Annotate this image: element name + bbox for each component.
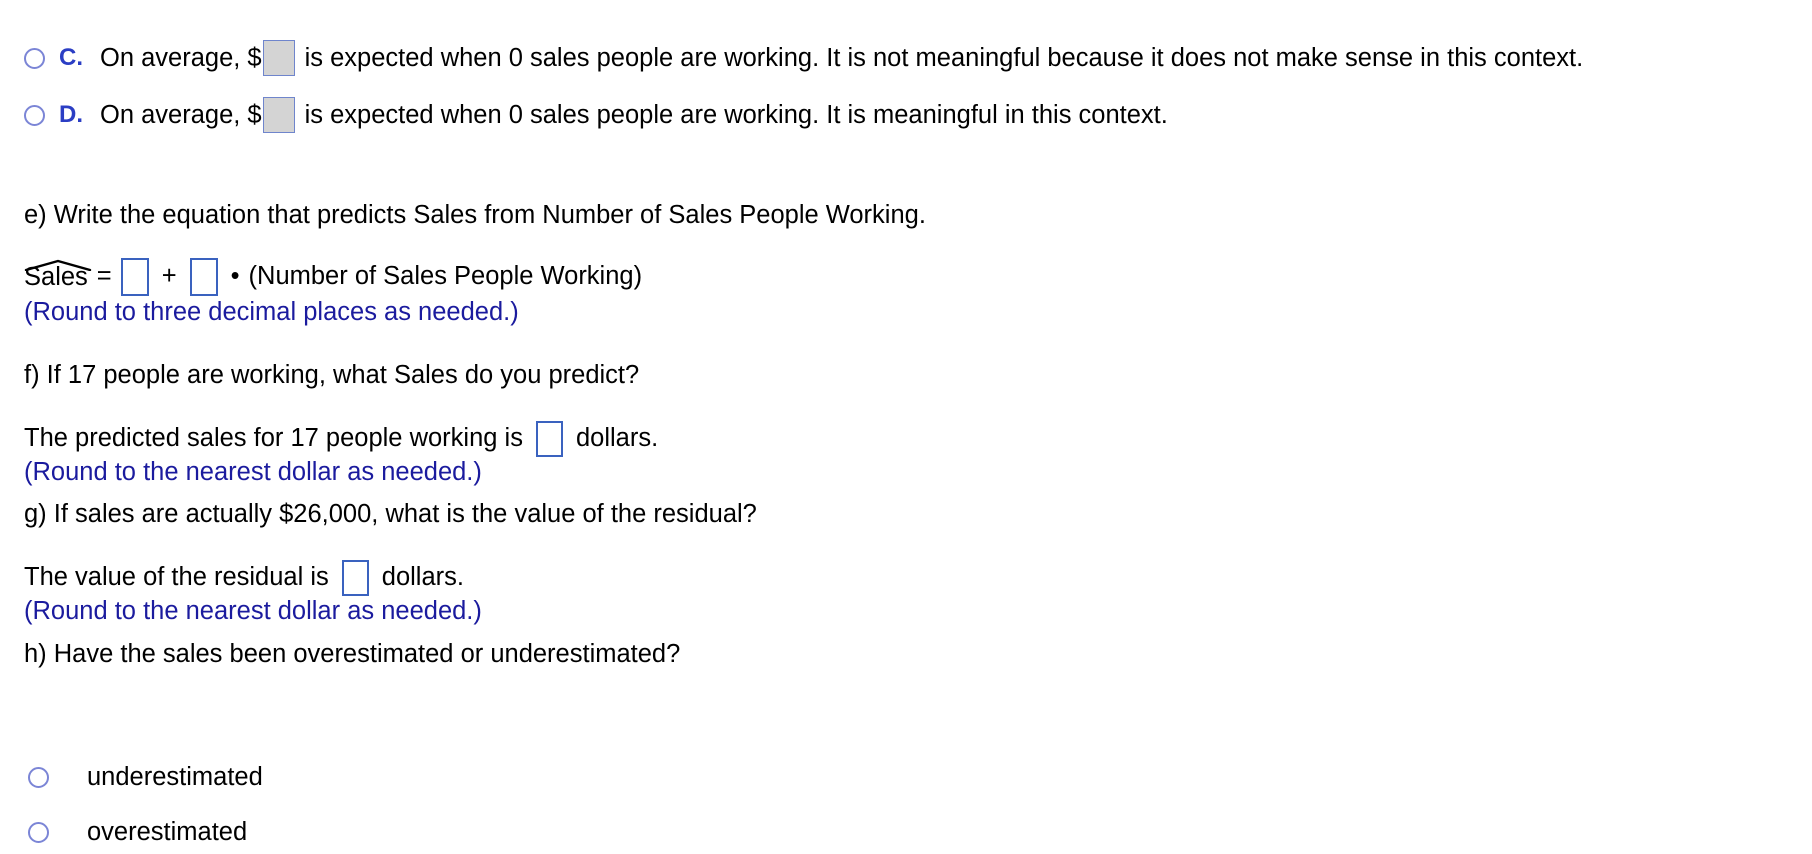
choice-letter-d: D. xyxy=(59,101,83,128)
part-g-prompt-row: g) If sales are actually $26,000, what i… xyxy=(24,500,757,528)
hat-accent-icon xyxy=(24,251,92,272)
part-e-hint-row: (Round to three decimal places as needed… xyxy=(24,298,519,326)
part-f-hint: (Round to the nearest dollar as needed.) xyxy=(24,458,482,486)
part-g-hint: (Round to the nearest dollar as needed.) xyxy=(24,597,482,625)
part-f-hint-row: (Round to the nearest dollar as needed.) xyxy=(24,458,482,486)
part-g-answer-after: dollars. xyxy=(381,563,464,592)
equals-sign: = xyxy=(96,262,112,291)
part-f-answer-before: The predicted sales for 17 people workin… xyxy=(24,424,523,453)
sales-hat-term: Sales xyxy=(24,260,92,291)
part-e-equation-row: Sales = + • (Number of Sales People Work… xyxy=(24,258,642,296)
radio-button-overestimated[interactable] xyxy=(28,822,49,843)
option-overestimated[interactable]: overestimated xyxy=(28,818,247,847)
part-e-prompt-row: e) Write the equation that predicts Sale… xyxy=(24,201,926,229)
part-e-hint: (Round to three decimal places as needed… xyxy=(24,298,519,326)
part-h-prompt: h) Have the sales been overestimated or … xyxy=(24,640,681,668)
part-g-answer-before: The value of the residual is xyxy=(24,563,329,592)
choice-d-text-after: is expected when 0 sales people are work… xyxy=(304,100,1168,129)
predicted-sales-input[interactable] xyxy=(535,421,563,457)
option-underestimated[interactable]: underestimated xyxy=(28,763,263,792)
part-f-answer-row: The predicted sales for 17 people workin… xyxy=(24,421,658,457)
part-f-prompt-row: f) If 17 people are working, what Sales … xyxy=(24,361,640,389)
predictor-variable-label: (Number of Sales People Working) xyxy=(248,262,643,291)
choice-option-c[interactable]: C. On average, $ is expected when 0 sale… xyxy=(24,40,1583,76)
radio-button-d[interactable] xyxy=(24,104,45,126)
intercept-input[interactable] xyxy=(120,258,149,296)
choice-c-text-after: is expected when 0 sales people are work… xyxy=(304,43,1584,72)
slope-input[interactable] xyxy=(189,258,218,296)
choice-body-c: On average, $ is expected when 0 sales p… xyxy=(100,40,1583,76)
choice-d-text-before: On average, $ xyxy=(100,100,262,129)
part-f-answer-after: dollars. xyxy=(575,424,659,453)
part-g-answer-row: The value of the residual is dollars. xyxy=(24,560,464,596)
plus-sign: + xyxy=(161,262,177,291)
answer-input-d[interactable] xyxy=(262,97,295,133)
choice-body-d: On average, $ is expected when 0 sales p… xyxy=(100,97,1168,133)
part-g-prompt: g) If sales are actually $26,000, what i… xyxy=(24,500,757,528)
answer-input-c[interactable] xyxy=(262,40,295,76)
choice-letter-c: C. xyxy=(59,44,83,71)
option-label-overestimated: overestimated xyxy=(87,818,248,846)
choice-option-d[interactable]: D. On average, $ is expected when 0 sale… xyxy=(24,97,1168,133)
multiply-dot: • xyxy=(230,262,240,291)
radio-button-underestimated[interactable] xyxy=(28,767,49,788)
part-g-hint-row: (Round to the nearest dollar as needed.) xyxy=(24,597,482,625)
question-page: C. On average, $ is expected when 0 sale… xyxy=(0,0,1812,854)
residual-value-input[interactable] xyxy=(341,560,369,596)
choice-c-text-before: On average, $ xyxy=(100,43,262,72)
part-h-prompt-row: h) Have the sales been overestimated or … xyxy=(24,640,681,668)
part-f-prompt: f) If 17 people are working, what Sales … xyxy=(24,361,640,389)
radio-button-c[interactable] xyxy=(24,47,45,69)
part-e-prompt: e) Write the equation that predicts Sale… xyxy=(24,201,926,229)
option-label-underestimated: underestimated xyxy=(87,763,263,791)
